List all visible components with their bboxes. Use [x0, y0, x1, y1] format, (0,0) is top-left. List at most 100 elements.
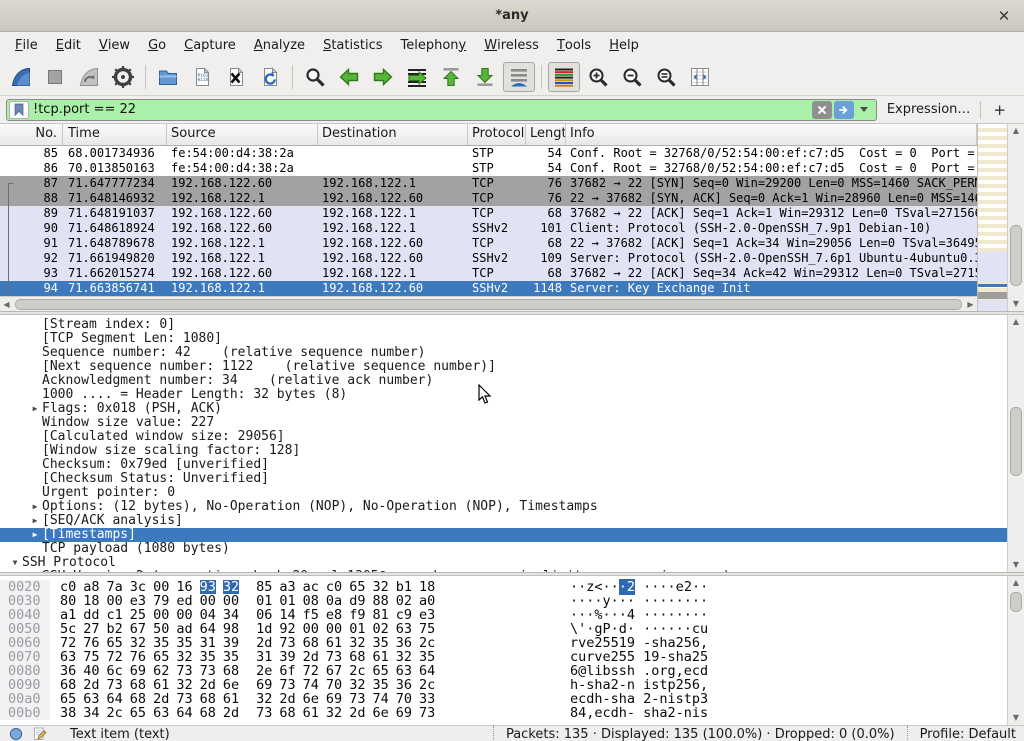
vscroll-trough[interactable] [1008, 329, 1024, 558]
hex-row-0020[interactable]: 0020c0a87a3c0016933285a3acc06532b118··z<… [0, 580, 1007, 594]
save-file-button[interactable]: 01010110 [186, 62, 218, 92]
packet-row-94[interactable]: 9471.663856741192.168.122.1192.168.122.6… [0, 281, 977, 296]
expander-closed-icon[interactable]: ▶ [28, 514, 42, 528]
vscroll-thumb[interactable] [1010, 592, 1022, 611]
capture-comment-icon[interactable] [32, 726, 48, 741]
add-filter-button[interactable]: + [981, 101, 1018, 119]
hex-row-0040[interactable]: 0040a1ddc125000004340614f5e8f981c9e3···%… [0, 608, 1007, 622]
restart-capture-button[interactable] [73, 62, 105, 92]
expander-closed-icon[interactable]: ▶ [28, 500, 42, 514]
expander-closed-icon[interactable]: ▶ [28, 528, 42, 542]
hex-row-0070[interactable]: 0070637572766532353531392d7368613235curv… [0, 650, 1007, 664]
menu-analyze[interactable]: Analyze [245, 32, 314, 58]
hex-row-0050[interactable]: 00505c27b26750ad64981d92000001026375\'·g… [0, 622, 1007, 636]
intelligent-scrollbar[interactable] [977, 124, 1007, 311]
open-file-button[interactable] [152, 62, 184, 92]
apply-filter-button[interactable] [834, 101, 854, 119]
detail-line[interactable]: TCP payload (1080 bytes) [0, 542, 1007, 556]
expander-closed-icon[interactable]: ▶ [28, 402, 42, 416]
column-header-destination[interactable]: Destination [318, 124, 468, 145]
auto-scroll-button[interactable] [503, 62, 535, 92]
packet-list-hscrollbar[interactable]: ◀ ▶ [0, 296, 977, 311]
go-first-button[interactable] [435, 62, 467, 92]
menu-statistics[interactable]: Statistics [314, 32, 391, 58]
packet-row-85[interactable]: 8568.001734936fe:54:00:d4:38:2aSTP54Conf… [0, 146, 977, 161]
packet-row-93[interactable]: 9371.662015274192.168.122.60192.168.122.… [0, 266, 977, 281]
detail-line[interactable]: Checksum: 0x79ed [unverified] [0, 458, 1007, 472]
zoom-in-button[interactable] [582, 62, 614, 92]
detail-line[interactable]: Window size value: 227 [0, 416, 1007, 430]
find-packet-button[interactable] [299, 62, 331, 92]
reload-file-button[interactable] [254, 62, 286, 92]
column-header-protocol[interactable]: Protocol [468, 124, 526, 145]
menu-capture[interactable]: Capture [175, 32, 245, 58]
scroll-up-arrow-icon[interactable]: ▲ [1008, 576, 1024, 590]
detail-line[interactable]: ▶Options: (12 bytes), No-Operation (NOP)… [0, 500, 1007, 514]
detail-line[interactable]: ▶[SEQ/ACK analysis] [0, 514, 1007, 528]
vscroll-thumb[interactable] [1010, 225, 1022, 285]
profile-status[interactable]: Profile: Default [920, 727, 1016, 741]
hex-row-00b0[interactable]: 00b038342c656364682d736861322d6e697384,e… [0, 706, 1007, 720]
go-back-button[interactable] [333, 62, 365, 92]
bytes-vscrollbar[interactable]: ▲ ▼ [1007, 576, 1024, 725]
hscroll-thumb[interactable] [15, 299, 962, 310]
packet-list-vscrollbar[interactable]: ▲ ▼ [1007, 124, 1024, 311]
scroll-down-arrow-icon[interactable]: ▼ [1008, 558, 1024, 572]
close-window-button[interactable]: ✕ [994, 6, 1014, 26]
scroll-up-arrow-icon[interactable]: ▲ [1008, 315, 1024, 329]
resize-columns-button[interactable] [684, 62, 716, 92]
close-file-button[interactable] [220, 62, 252, 92]
vscroll-thumb[interactable] [1010, 407, 1022, 476]
menu-view[interactable]: View [90, 32, 139, 58]
detail-line[interactable]: Urgent pointer: 0 [0, 486, 1007, 500]
vscroll-trough[interactable] [1008, 590, 1024, 711]
packet-row-88[interactable]: 8871.648146932192.168.122.1192.168.122.6… [0, 191, 977, 206]
go-forward-button[interactable] [367, 62, 399, 92]
scroll-up-arrow-icon[interactable]: ▲ [1008, 124, 1024, 138]
column-header-no[interactable]: No. [0, 124, 63, 145]
menu-telephony[interactable]: Telephony [392, 32, 476, 58]
detail-line[interactable]: [Window size scaling factor: 128] [0, 444, 1007, 458]
menu-edit[interactable]: Edit [47, 32, 90, 58]
details-vscrollbar[interactable]: ▲ ▼ [1007, 315, 1024, 572]
detail-line[interactable]: [TCP Segment Len: 1080] [0, 332, 1007, 346]
column-header-info[interactable]: Info [566, 124, 977, 145]
detail-line[interactable]: Acknowledgment number: 34 (relative ack … [0, 374, 1007, 388]
packet-row-87[interactable]: 8771.647777234192.168.122.60192.168.122.… [0, 176, 977, 191]
go-to-packet-button[interactable] [401, 62, 433, 92]
column-header-length[interactable]: Length [526, 124, 566, 145]
stop-capture-button[interactable] [39, 62, 71, 92]
scroll-down-arrow-icon[interactable]: ▼ [1008, 711, 1024, 725]
detail-line[interactable]: Sequence number: 42 (relative sequence n… [0, 346, 1007, 360]
zoom-out-button[interactable] [616, 62, 648, 92]
expander-open-icon[interactable]: ▼ [8, 556, 22, 570]
detail-line[interactable]: 1000 .... = Header Length: 32 bytes (8) [0, 388, 1007, 402]
packet-row-90[interactable]: 9071.648618924192.168.122.60192.168.122.… [0, 221, 977, 236]
hex-row-00a0[interactable]: 00a0656364682d736861322d6e6973747033ecdh… [0, 692, 1007, 706]
packet-row-92[interactable]: 9271.661949820192.168.122.1192.168.122.6… [0, 251, 977, 266]
display-filter-input[interactable] [33, 102, 810, 117]
detail-line[interactable]: ▶SSH Version 2 (encryption:chacha20-poly… [0, 570, 1007, 572]
packet-row-89[interactable]: 8971.648191037192.168.122.60192.168.122.… [0, 206, 977, 221]
scroll-right-arrow-icon[interactable]: ▶ [964, 300, 977, 309]
scroll-left-arrow-icon[interactable]: ◀ [0, 300, 13, 309]
hex-row-0090[interactable]: 0090682d736861322d6e697374703235362ch-sh… [0, 678, 1007, 692]
go-last-button[interactable] [469, 62, 501, 92]
detail-line[interactable]: [Calculated window size: 29056] [0, 430, 1007, 444]
colorize-button[interactable] [548, 62, 580, 92]
hex-row-0060[interactable]: 006072766532353531392d7368613235362crve2… [0, 636, 1007, 650]
detail-line[interactable]: [Stream index: 0] [0, 318, 1007, 332]
column-header-time[interactable]: Time [63, 124, 167, 145]
capture-options-button[interactable] [107, 62, 139, 92]
filter-dropdown-caret[interactable] [860, 107, 868, 112]
detail-line[interactable]: ▶Flags: 0x018 (PSH, ACK) [0, 402, 1007, 416]
filter-bookmark-button[interactable] [9, 101, 29, 119]
expander-closed-icon[interactable]: ▶ [28, 570, 42, 572]
menu-help[interactable]: Help [600, 32, 648, 58]
column-header-source[interactable]: Source [167, 124, 318, 145]
zoom-reset-button[interactable] [650, 62, 682, 92]
detail-line[interactable]: [Next sequence number: 1122 (relative se… [0, 360, 1007, 374]
detail-line[interactable]: [Checksum Status: Unverified] [0, 472, 1007, 486]
start-capture-button[interactable] [5, 62, 37, 92]
clear-filter-button[interactable] [812, 101, 832, 119]
